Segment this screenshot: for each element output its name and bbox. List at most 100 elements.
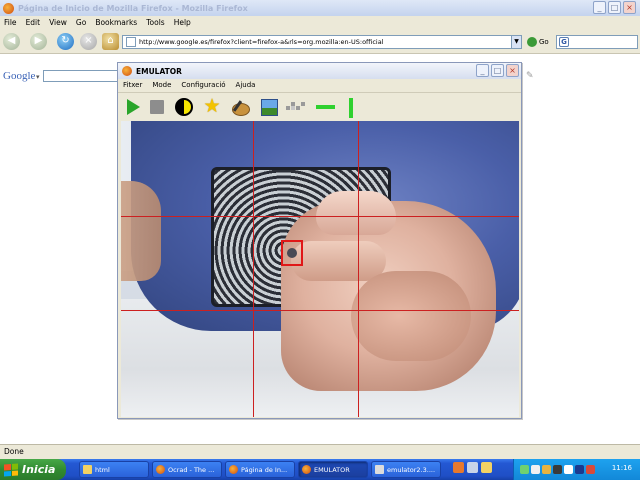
firefox-quicklaunch-icon[interactable] — [453, 462, 464, 473]
document-icon — [375, 465, 384, 474]
emulator-menubar: Fitxer Mode Configuració Ajuda — [118, 79, 521, 91]
volume-icon[interactable] — [531, 465, 540, 474]
task-list: html Ocrad - The ... Página de In... EMU… — [79, 461, 441, 478]
grid-line-vertical — [253, 121, 254, 417]
menu-view[interactable]: View — [49, 18, 67, 27]
emulator-window: EMULATOR _ □ × Fitxer Mode Configuració … — [117, 62, 522, 419]
horizontal-line-icon[interactable] — [315, 98, 335, 116]
stop-icon[interactable] — [148, 98, 166, 116]
play-icon[interactable] — [124, 98, 142, 116]
url-dropdown-button[interactable]: ▼ — [511, 36, 521, 48]
firefox-titlebar[interactable]: Página de Inicio de Mozilla Firefox - Mo… — [0, 0, 640, 16]
google-search-icon: G — [559, 37, 569, 47]
folder-icon — [83, 465, 92, 474]
back-arrow-icon: ◀ — [7, 35, 16, 46]
task-label: EMULATOR — [314, 465, 350, 474]
finger-region — [291, 241, 386, 281]
home-button[interactable]: ⌂ — [102, 33, 119, 50]
emulator-title: EMULATOR — [136, 66, 182, 76]
tray-app-icon[interactable] — [575, 465, 584, 474]
emu-menu-configuracio[interactable]: Configuració — [181, 81, 225, 89]
task-label: html — [95, 465, 110, 474]
menu-tools[interactable]: Tools — [146, 18, 164, 27]
taskbar-button[interactable]: html — [79, 461, 149, 478]
tray-app-icon[interactable] — [564, 465, 573, 474]
emu-menu-fitxer[interactable]: Fitxer — [123, 81, 142, 89]
menu-file[interactable]: File — [4, 18, 17, 27]
task-label: Página de In... — [241, 465, 288, 474]
firefox-icon — [229, 465, 238, 474]
camera-view[interactable] — [121, 121, 519, 417]
system-tray: 11:16 — [513, 459, 640, 480]
stop-icon: × — [84, 35, 93, 46]
emulator-close-button[interactable]: × — [506, 64, 519, 77]
taskbar-button-active[interactable]: EMULATOR — [298, 461, 368, 478]
emulator-window-controls: _ □ × — [476, 64, 519, 77]
firefox-icon — [3, 2, 14, 14]
minimize-button[interactable]: _ — [593, 1, 606, 14]
url-text[interactable]: http://www.google.es/firefox?client=fire… — [139, 38, 384, 46]
tray-app-icon[interactable] — [542, 465, 551, 474]
star-icon[interactable]: ★ — [203, 97, 221, 116]
url-bar[interactable]: http://www.google.es/firefox?client=fire… — [122, 35, 522, 49]
emulator-maximize-button[interactable]: □ — [491, 64, 504, 77]
taskbar-button[interactable]: Ocrad - The ... — [152, 461, 222, 478]
start-button[interactable]: Inicia — [0, 459, 66, 480]
arm-region — [121, 181, 161, 281]
firefox-window-title: Página de Inicio de Mozilla Firefox - Mo… — [18, 3, 248, 13]
quick-launch-tray — [453, 462, 492, 473]
clock: 11:16 — [611, 464, 632, 472]
emulator-app-icon — [122, 66, 132, 76]
emu-menu-mode[interactable]: Mode — [152, 81, 171, 89]
close-button[interactable]: × — [623, 1, 636, 14]
status-bar: Done — [0, 444, 640, 459]
grid-line-horizontal — [121, 216, 519, 217]
forward-button[interactable]: ▶ — [30, 33, 47, 50]
firefox-icon — [156, 465, 165, 474]
maximize-button[interactable]: □ — [608, 1, 621, 14]
menu-go[interactable]: Go — [76, 18, 86, 27]
tray-app-icon[interactable] — [553, 465, 562, 474]
status-text: Done — [4, 447, 24, 456]
tracking-marker[interactable] — [281, 240, 303, 266]
contrast-icon[interactable] — [175, 98, 193, 116]
reload-button[interactable]: ↻ — [57, 33, 74, 50]
vertical-line-icon[interactable] — [346, 98, 356, 118]
stop-button[interactable]: × — [80, 33, 97, 50]
network-icon[interactable] — [520, 465, 529, 474]
pencil-icon[interactable]: ✎ — [526, 71, 534, 81]
task-label: Ocrad - The ... — [168, 465, 215, 474]
google-logo[interactable]: Google — [3, 70, 35, 82]
go-button[interactable]: Go — [527, 36, 549, 48]
go-icon — [527, 37, 537, 47]
emulator-toolbar: ★ — [118, 92, 521, 120]
menu-help[interactable]: Help — [174, 18, 191, 27]
folder-quicklaunch-icon[interactable] — [481, 462, 492, 473]
back-button[interactable]: ◀ — [3, 33, 20, 50]
search-box[interactable]: G — [556, 35, 638, 49]
menu-edit[interactable]: Edit — [26, 18, 41, 27]
tray-app-icon[interactable] — [586, 465, 595, 474]
taskbar: Inicia html Ocrad - The ... Página de In… — [0, 459, 640, 480]
google-menu-dropdown-icon[interactable]: ▾ — [36, 73, 40, 81]
menu-bookmarks[interactable]: Bookmarks — [95, 18, 137, 27]
emulator-titlebar[interactable]: EMULATOR _ □ × — [118, 63, 521, 79]
image-icon[interactable] — [260, 98, 278, 116]
google-search-input[interactable] — [43, 70, 119, 82]
taskbar-button[interactable]: emulator2.3.... — [371, 461, 441, 478]
reload-icon: ↻ — [61, 35, 70, 46]
forward-arrow-icon: ▶ — [34, 35, 43, 46]
windows-logo-icon — [4, 463, 18, 476]
firefox-icon — [302, 465, 311, 474]
app-quicklaunch-icon[interactable] — [467, 462, 478, 473]
emulator-minimize-button[interactable]: _ — [476, 64, 489, 77]
page-icon — [126, 37, 136, 47]
emu-menu-ajuda[interactable]: Ajuda — [236, 81, 256, 89]
navigation-toolbar: ◀ ▶ ↻ × ⌂ http://www.google.es/firefox?c… — [0, 29, 640, 54]
pixels-icon[interactable] — [286, 98, 305, 116]
start-label: Inicia — [22, 463, 56, 476]
taskbar-button[interactable]: Página de In... — [225, 461, 295, 478]
home-icon: ⌂ — [107, 35, 114, 46]
palette-icon[interactable] — [231, 98, 250, 116]
firefox-menubar: File Edit View Go Bookmarks Tools Help — [0, 16, 640, 29]
